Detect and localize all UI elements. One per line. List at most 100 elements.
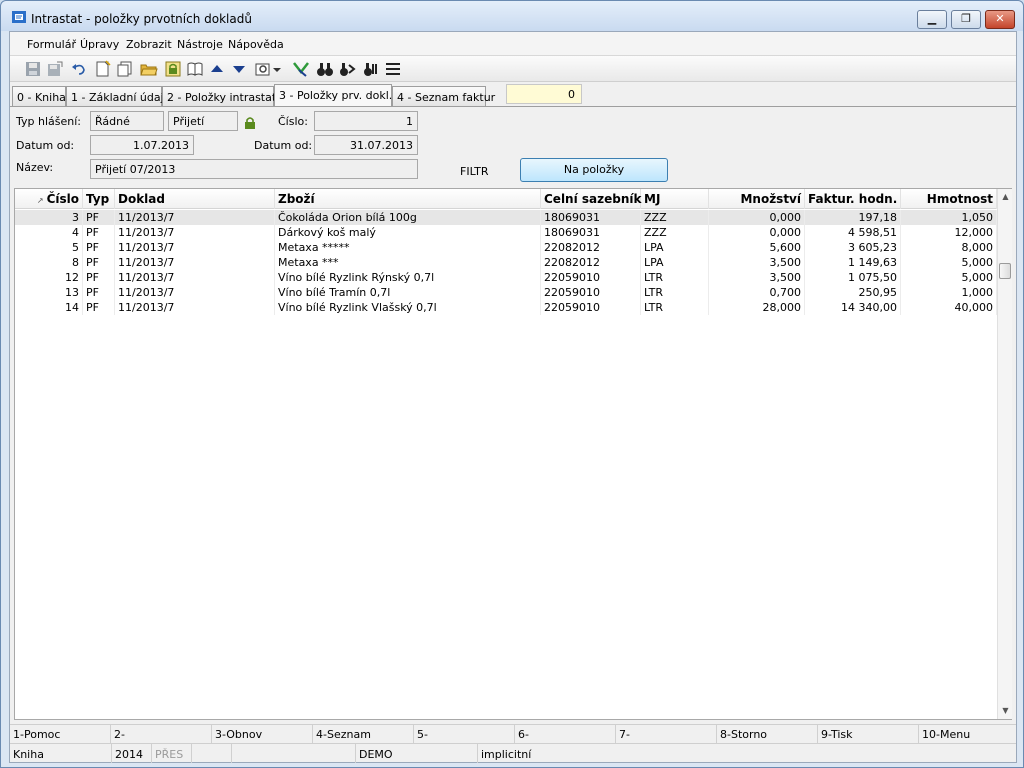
menu-nastroje[interactable]: Nástroje [177, 38, 223, 51]
table-row[interactable]: 13 PF 11/2013/7 Víno bílé Tramín 0,7l 220590… [15, 285, 997, 300]
typ-hlaseni-field[interactable]: Řádné [90, 111, 164, 131]
cell-faktur-hodn: 4 598,51 [805, 225, 901, 240]
datum-od-field[interactable]: 1.07.2013 [90, 135, 194, 155]
tab-seznam-faktur[interactable]: 4 - Seznam faktur [392, 86, 495, 106]
cell-celni-sazebnik: 22082012 [541, 255, 641, 270]
find-next-icon[interactable] [338, 60, 356, 78]
nazev-field[interactable]: Přijetí 07/2013 [90, 159, 418, 179]
cell-mnozstvi: 3,500 [709, 255, 805, 270]
fkey-8[interactable]: 8-Storno [717, 725, 818, 743]
table-row[interactable]: 8 PF 11/2013/7 Metaxa *** 22082012 LPA 3,500 1 … [15, 255, 997, 270]
fkey-1[interactable]: 1-Pomoc [10, 725, 111, 743]
fkey-7[interactable]: 7- [616, 725, 717, 743]
lock-icon[interactable] [164, 60, 182, 78]
open-folder-icon[interactable] [140, 60, 158, 78]
cell-zbozi: Metaxa ***** [275, 240, 541, 255]
items-grid: ↗ Číslo Typ Doklad Zboží Celní sazebník M… [14, 188, 1012, 720]
tab-polozky-prv-dokl[interactable]: 3 - Položky prv. dokl. [274, 84, 392, 106]
vertical-scrollbar[interactable]: ▲ ▼ [997, 189, 1012, 719]
col-header-zbozi[interactable]: Zboží [275, 189, 541, 209]
cell-faktur-hodn: 14 340,00 [805, 300, 901, 315]
col-header-typ[interactable]: Typ [83, 189, 115, 209]
col-header-faktur-hodn[interactable]: Faktur. hodn. [805, 189, 901, 209]
menu-formular[interactable]: Formulář [27, 38, 76, 51]
cell-zbozi: Čokoláda Orion bílá 100g [275, 210, 541, 225]
find-replace-icon[interactable] [362, 60, 380, 78]
cell-doklad: 11/2013/7 [115, 210, 275, 225]
filtr-label: FILTR [460, 165, 489, 178]
na-polozky-button[interactable]: Na položky [520, 158, 668, 182]
cell-zbozi: Dárkový koš malý [275, 225, 541, 240]
list-icon[interactable] [384, 60, 402, 78]
col-header-cislo[interactable]: ↗ Číslo [15, 189, 83, 209]
cell-zbozi: Metaxa *** [275, 255, 541, 270]
tab-kniha[interactable]: 0 - Kniha [12, 86, 66, 106]
scroll-up-icon[interactable]: ▲ [998, 189, 1013, 205]
cell-doklad: 11/2013/7 [115, 270, 275, 285]
cell-doklad: 11/2013/7 [115, 255, 275, 270]
table-row[interactable]: 3 PF 11/2013/7 Čokoláda Orion bílá 100g 1806… [15, 210, 997, 225]
menu-zobrazit[interactable]: Zobrazit [126, 38, 172, 51]
cell-celni-sazebnik: 22059010 [541, 300, 641, 315]
filter-form: Typ hlášení: Řádné Přijetí Číslo: 1 Datu… [10, 106, 1016, 188]
cell-mnozstvi: 28,000 [709, 300, 805, 315]
status-company: DEMO [356, 744, 478, 763]
table-row[interactable]: 5 PF 11/2013/7 Metaxa ***** 22082012 LPA 5,600… [15, 240, 997, 255]
fkey-5[interactable]: 5- [414, 725, 515, 743]
book-icon[interactable] [186, 60, 204, 78]
cell-mnozstvi: 0,000 [709, 210, 805, 225]
col-header-doklad[interactable]: Doklad [115, 189, 275, 209]
cell-faktur-hodn: 1 075,50 [805, 270, 901, 285]
arrow-down-icon[interactable] [230, 60, 248, 78]
cell-typ: PF [83, 210, 115, 225]
save-as-icon[interactable] [46, 60, 64, 78]
cell-zbozi: Víno bílé Ryzlink Vlašský 0,7l [275, 300, 541, 315]
save-icon[interactable] [24, 60, 42, 78]
col-header-hmotnost[interactable]: Hmotnost [901, 189, 997, 209]
datum-do-field[interactable]: 31.07.2013 [314, 135, 418, 155]
cell-celni-sazebnik: 18069031 [541, 225, 641, 240]
cell-typ: PF [83, 240, 115, 255]
close-button[interactable]: ✕ [985, 10, 1015, 29]
fkey-3[interactable]: 3-Obnov [212, 725, 313, 743]
arrow-up-icon[interactable] [208, 60, 226, 78]
title-bar[interactable]: Intrastat - položky prvotních dokladů ▁ … [1, 1, 1023, 31]
table-row[interactable]: 4 PF 11/2013/7 Dárkový koš malý 18069031 ZZZ 0… [15, 225, 997, 240]
col-header-celni-sazebnik[interactable]: Celní sazebník [541, 189, 641, 209]
dropdown-arrow-icon[interactable] [272, 60, 282, 78]
fkey-10[interactable]: 10-Menu [919, 725, 1016, 743]
cell-mnozstvi: 5,600 [709, 240, 805, 255]
cell-mj: ZZZ [641, 225, 709, 240]
datum-od-label: Datum od: [16, 139, 75, 152]
maximize-button[interactable]: ❐ [951, 10, 981, 29]
undo-icon[interactable] [70, 60, 88, 78]
menu-upravy[interactable]: Úpravy [80, 38, 119, 51]
typ-hlaseni-direction-field[interactable]: Přijetí [168, 111, 238, 131]
fkey-2[interactable]: 2- [111, 725, 212, 743]
cell-celni-sazebnik: 18069031 [541, 210, 641, 225]
fkey-9[interactable]: 9-Tisk [818, 725, 919, 743]
table-row[interactable]: 12 PF 11/2013/7 Víno bílé Ryzlink Rýnský 0,… [15, 270, 997, 285]
new-document-icon[interactable] [94, 60, 112, 78]
window-title: Intrastat - položky prvotních dokladů [31, 12, 252, 26]
tab-polozky-intrastatu[interactable]: 2 - Položky intrastatu [162, 86, 283, 106]
binoculars-icon[interactable] [316, 60, 334, 78]
cell-celni-sazebnik: 22059010 [541, 270, 641, 285]
cislo-field[interactable]: 1 [314, 111, 418, 131]
recalc-icon[interactable] [292, 60, 310, 78]
cell-cislo: 8 [15, 255, 83, 270]
fkey-6[interactable]: 6- [515, 725, 616, 743]
fkey-4[interactable]: 4-Seznam [313, 725, 414, 743]
scroll-thumb[interactable] [999, 263, 1011, 279]
tab-zakladni-udaje[interactable]: 1 - Základní údaje [66, 86, 170, 106]
scroll-down-icon[interactable]: ▼ [998, 703, 1013, 719]
col-header-mj[interactable]: MJ [641, 189, 709, 209]
cell-typ: PF [83, 300, 115, 315]
cell-faktur-hodn: 1 149,63 [805, 255, 901, 270]
menu-napoveda[interactable]: Nápověda [228, 38, 284, 51]
settings-icon[interactable] [254, 60, 272, 78]
col-header-mnozstvi[interactable]: Množství [709, 189, 805, 209]
copy-document-icon[interactable] [116, 60, 134, 78]
table-row[interactable]: 14 PF 11/2013/7 Víno bílé Ryzlink Vlašský 0… [15, 300, 997, 315]
minimize-button[interactable]: ▁ [917, 10, 947, 29]
